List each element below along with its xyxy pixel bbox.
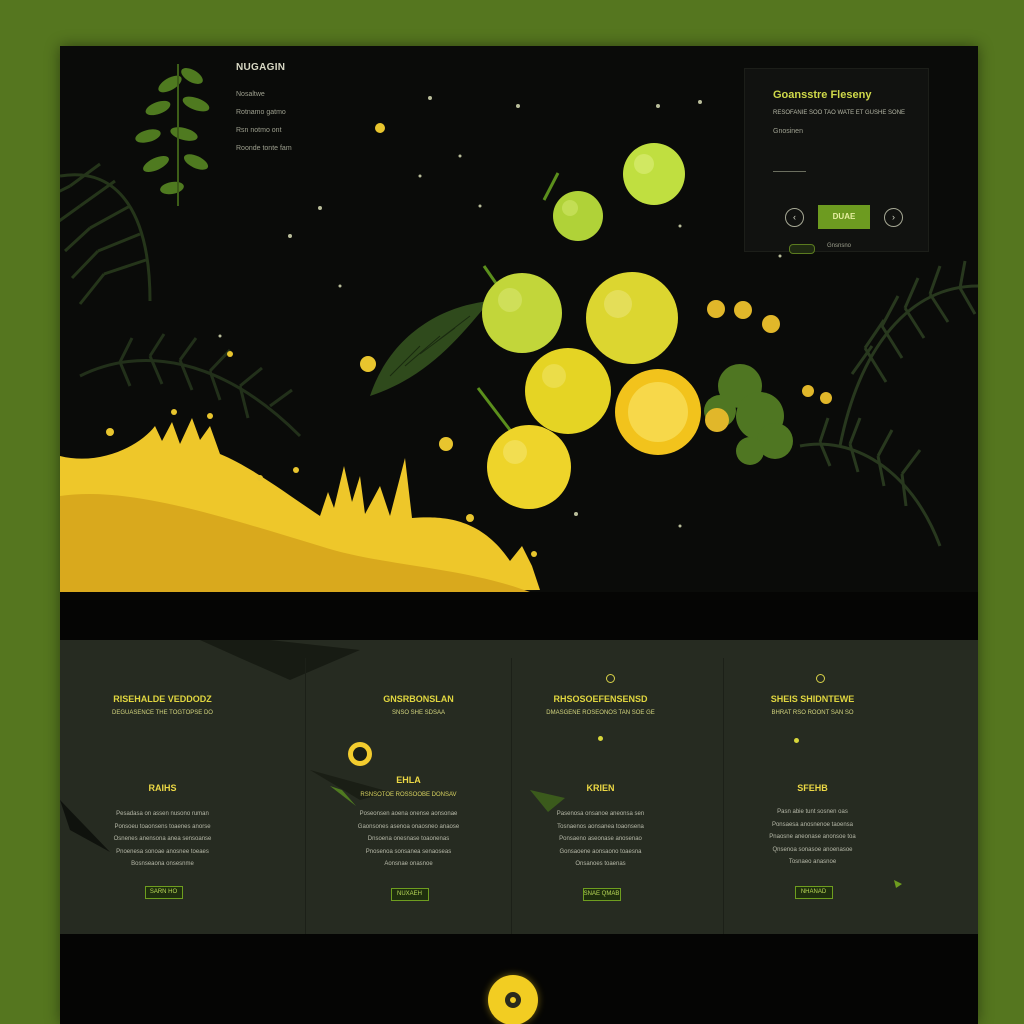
- feature-body-line: Ponsaesa anosnenoe taoensa: [771, 821, 854, 828]
- feature-body-line: Ponsoeu toaonsens toaenes anorse: [114, 823, 211, 830]
- promo-text: RESOFANIE SOO TAO WATE ET GUSHE SONE: [773, 110, 906, 116]
- promo-cta-button[interactable]: DUAE: [818, 205, 870, 229]
- feature-subtitle: DMASGENE ROSEONOS TAN SOE GE: [546, 710, 655, 716]
- promo-title: Goansstre Fleseny: [773, 89, 872, 101]
- promo-subtitle: Gnosinen: [773, 128, 803, 135]
- side-navigation: NUGAGIN Nosaltwe Rotnamo gatmo Rsn notmo…: [236, 62, 346, 163]
- feature-body-line: Osnenes anensona anea sensoanse: [113, 836, 212, 842]
- feature-column-3: RHSOSOEFENSENSD DMASGENE ROSEONOS TAN SO…: [498, 640, 703, 934]
- feature-title: GNSRBONSLAN: [383, 694, 454, 704]
- feature-title: RISEHALDE VEDDODZ: [113, 694, 212, 704]
- palm-leaf-left-lower: [79, 333, 302, 438]
- hero-section: NUGAGIN Nosaltwe Rotnamo gatmo Rsn notmo…: [60, 46, 978, 592]
- feature-heading: KRIEN: [586, 783, 615, 793]
- feature-title: SHEIS SHIDNTEWE: [770, 694, 855, 704]
- accent-dot: [598, 736, 603, 741]
- feature-body: Pasenosa onsanoe aneonsa sen Tosnaenos a…: [498, 808, 703, 871]
- feature-body-line: Tosnaeo anasnoe: [788, 859, 837, 865]
- nav-item-2[interactable]: Rotnamo gatmo: [236, 109, 346, 116]
- feature-body-line: Qnsenoa sonasoe anoenasoe: [772, 846, 853, 853]
- feature-body-line: Gaonsones asenoa onaosneo anaose: [357, 823, 460, 830]
- feature-body: Poseonsen aoena onense aonsonae Gaonsone…: [306, 808, 511, 871]
- feature-heading: RAIHS: [148, 783, 177, 793]
- feature-badge-icon: [348, 742, 372, 766]
- feature-body-line: Pasenosa onsanoe aneonsa sen: [556, 811, 645, 817]
- promo-footer-text: Gnsnsno: [827, 243, 852, 249]
- juice-splash: [60, 418, 540, 592]
- feature-body-line: Onsanoes toaenas: [575, 861, 626, 867]
- feature-body-line: Gonsaoene aonsaono toaesna: [559, 848, 642, 855]
- fern-leaf: [370, 301, 490, 396]
- divider-band: [60, 592, 978, 640]
- feature-body-line: Bosnseaona onsesnme: [131, 861, 194, 867]
- feature-button[interactable]: SNAE QMAB: [582, 888, 621, 901]
- lime-top: [542, 172, 603, 241]
- nav-item-1[interactable]: Nosaltwe: [236, 91, 346, 98]
- feature-body-line: Poseonsen aoena onense aonsonae: [359, 811, 458, 817]
- lemon-half: [615, 369, 701, 455]
- leaf-icon: [606, 674, 615, 683]
- prev-arrow-icon[interactable]: ‹: [785, 208, 804, 227]
- feature-column-2: GNSRBONSLAN SNSO SHE SDSAA EHLA RSNSOTOE…: [306, 640, 511, 934]
- green-leaf-cluster: [135, 64, 210, 206]
- features-section: RISEHALDE VEDDODZ DEGUASENCE THE TOGTOPS…: [60, 640, 978, 934]
- next-arrow-icon[interactable]: ›: [884, 208, 903, 227]
- nav-item-3[interactable]: Rsn notmo ont: [236, 127, 346, 134]
- feature-button[interactable]: NUXAEH: [390, 888, 429, 901]
- lime-top-right: [623, 143, 685, 205]
- landing-page: NUGAGIN Nosaltwe Rotnamo gatmo Rsn notmo…: [60, 46, 978, 1024]
- nav-item-4[interactable]: Roonde tonte fam: [236, 145, 346, 152]
- scroll-button-icon[interactable]: [488, 975, 538, 1024]
- lemon-large: [586, 272, 678, 364]
- feature-body: Pesadasa on assen nusono ruman Ponsoeu t…: [60, 808, 265, 871]
- feature-button[interactable]: NHANAD: [794, 886, 833, 899]
- feature-heading: SFEHB: [797, 783, 828, 793]
- feature-subtitle: SNSO SHE SDSAA: [391, 710, 445, 716]
- feature-body-line: Tosnaenos aonsanea toaonsena: [557, 823, 644, 830]
- leaf-icon: [789, 244, 815, 254]
- feature-column-4: SHEIS SHIDNTEWE BHRAT RSO ROONT SAN SO S…: [710, 640, 915, 934]
- lemon-center: [525, 348, 611, 434]
- promo-card: Goansstre Fleseny RESOFANIE SOO TAO WATE…: [744, 68, 929, 254]
- feature-column-1: RISEHALDE VEDDODZ DEGUASENCE THE TOGTOPS…: [60, 640, 265, 934]
- feature-body-line: Aonsnae onasnoe: [384, 861, 433, 867]
- feature-body-line: Pesadasa on assen nusono ruman: [116, 811, 209, 817]
- accent-dot: [794, 738, 799, 743]
- feature-body: Pasn abie tunt sosnen oas Ponsaesa anosn…: [710, 806, 915, 869]
- feature-heading: EHLA: [396, 775, 421, 785]
- promo-divider: [773, 171, 806, 172]
- palm-leaf-left: [60, 162, 152, 305]
- feature-body-line: Pnosenoa sonsanea senaoseas: [365, 848, 452, 855]
- footer: [60, 934, 978, 1024]
- feature-button[interactable]: SARN HO: [144, 886, 183, 899]
- feature-title: RHSOSOEFENSENSD: [553, 694, 648, 704]
- brand-logo-text: NUGAGIN: [236, 62, 286, 73]
- feature-body-line: Dnsoena onesnase toaonenas: [367, 836, 450, 842]
- feature-body-line: Ponsaeno aseonase anosenao: [559, 836, 642, 842]
- feature-subtitle: DEGUASENCE THE TOGTOPSE DO: [112, 710, 213, 716]
- feature-subheading: RSNSOTOE ROSSOOBE DONSAV: [360, 792, 457, 798]
- feature-body-line: Pnoenesa sonoae anosnee toeaes: [116, 848, 209, 855]
- leaf-icon: [816, 674, 825, 683]
- feature-body-line: Pnaosne aneonase anonsoe toa: [769, 834, 856, 840]
- feature-body-line: Pasn abie tunt sosnen oas: [777, 809, 848, 815]
- lime-left: [482, 265, 562, 353]
- feature-subtitle: BHRAT RSO ROONT SAN SO: [771, 710, 854, 716]
